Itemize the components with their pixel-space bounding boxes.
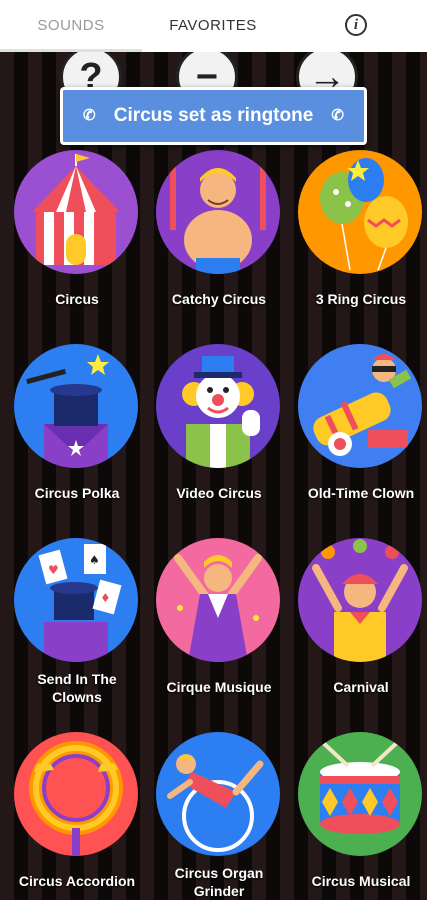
toast-text: Circus set as ringtone [113,105,314,126]
tab-indicator [0,49,142,52]
playing-cards-icon: ♥ ♠ ♦ [14,538,138,662]
balloons-icon [298,150,422,274]
trapeze-icon [156,732,280,856]
circus-tent-icon [14,150,138,274]
cannon-icon [298,344,422,468]
sound-label: Circus Accordion [18,873,136,889]
sound-label: 3 Ring Circus [315,291,407,307]
sound-label: Cirque Musique [166,679,272,695]
sound-label: Circus Polka [34,485,120,501]
sound-label: Carnival [333,679,389,695]
help-icon[interactable]: ? [60,52,122,92]
magic-hat-icon [14,344,138,468]
sound-label: Circus Organ Grinder [174,865,264,899]
svg-text:♠: ♠ [89,553,100,567]
arrow-icon[interactable]: → [296,52,358,92]
acrobat-icon [156,538,280,662]
tab-bar: SOUNDS FAVORITES i [0,0,427,52]
clown-icon [156,344,280,468]
sound-label: Circus Musical [311,873,411,889]
sound-label: Old-Time Clown [307,485,415,501]
svg-text:♥: ♥ [48,563,59,577]
sound-label: Video Circus [176,485,262,501]
sound-label: Catchy Circus [171,291,267,307]
drum-icon [298,732,422,856]
partial-icon-row: ? − → [0,52,427,92]
fire-ring-icon [14,732,138,856]
info-icon[interactable]: i [345,14,367,36]
minus-icon[interactable]: − [176,52,238,92]
phone-icon: ✆ [83,107,96,124]
sound-label: Send In The Clowns [37,671,117,705]
juggler-icon [298,538,422,662]
strongman-icon [156,150,280,274]
tab-sounds[interactable]: SOUNDS [0,0,142,52]
ringtone-toast: ✆ Circus set as ringtone ✆ [60,87,367,145]
sound-label: Circus [55,291,99,307]
tab-favorites[interactable]: FAVORITES [142,0,284,52]
svg-text:♦: ♦ [100,591,111,605]
phone-icon: ✆ [331,107,344,124]
